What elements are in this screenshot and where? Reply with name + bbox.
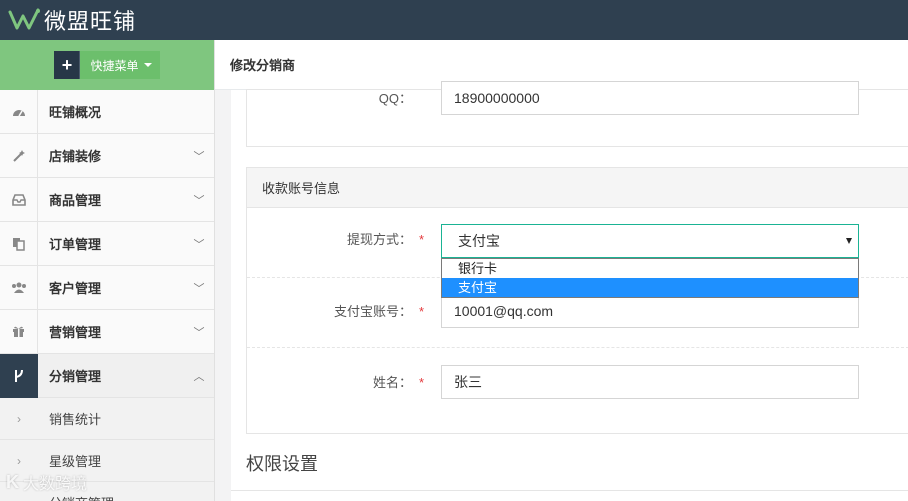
sidebar-item-marketing[interactable]: 营销管理 ﹀	[0, 309, 214, 354]
basic-info-panel: QQ： 18900000000	[246, 81, 908, 147]
form-row-withdraw: 提现方式： * 支付宝 银行卡 支付宝	[247, 208, 908, 298]
chevron-down-icon: ﹀	[193, 326, 205, 339]
sidebar-item-label: 分销管理	[49, 369, 102, 384]
quick-menu-label: 快捷菜单	[90, 58, 139, 73]
inbox-icon	[0, 177, 38, 222]
chevron-down-icon: ﹀	[193, 150, 205, 163]
dashboard-icon	[0, 89, 38, 134]
required-mark: *	[419, 232, 425, 247]
sidebar-item-label: 旺铺概况	[49, 105, 102, 120]
form-row-qq: QQ： 18900000000	[247, 81, 908, 151]
magic-wand-icon	[0, 133, 38, 178]
sidebar-item-label: 订单管理	[49, 237, 102, 252]
plus-icon: +	[54, 51, 81, 79]
account-section-title: 收款账号信息	[247, 168, 908, 208]
sidebar-item-decoration[interactable]: 店铺装修 ﹀	[0, 133, 214, 178]
gift-icon	[0, 309, 38, 354]
permission-section-title: 权限设置	[246, 454, 318, 474]
watermark-logo: K	[6, 471, 19, 492]
sidebar: + 快捷菜单 旺铺概况 店铺装修 ﹀ 商品管理 ﹀ 订单管理 ﹀ 客户管理 ﹀ …	[0, 40, 215, 501]
sidebar-subitem-label: 星级管理	[49, 454, 102, 469]
account-info-panel: 收款账号信息 提现方式： * 支付宝 银行卡 支付宝 支付宝账号： * 1000…	[246, 167, 908, 434]
watermark-text: 大数跨境	[23, 476, 88, 493]
quick-menu-button[interactable]: + 快捷菜单	[54, 51, 160, 79]
sidebar-header: + 快捷菜单	[0, 40, 214, 90]
withdraw-method-dropdown: 银行卡 支付宝	[441, 258, 859, 298]
option-bank-card[interactable]: 银行卡	[442, 259, 858, 278]
branch-icon	[0, 353, 38, 398]
name-label: 姓名：	[372, 375, 412, 390]
required-mark: *	[419, 375, 425, 390]
divider	[231, 490, 908, 491]
caret-down-icon	[143, 63, 152, 67]
name-input[interactable]: 张三	[441, 365, 859, 399]
sidebar-subitem-label: 分销商管理	[38, 493, 114, 501]
copy-icon	[0, 221, 38, 266]
sidebar-item-orders[interactable]: 订单管理 ﹀	[0, 221, 214, 266]
required-mark: *	[419, 304, 425, 319]
chevron-down-icon: ﹀	[193, 282, 205, 295]
watermark: K 大数跨境	[6, 470, 87, 494]
main-content: QQ： 18900000000 收款账号信息 提现方式： * 支付宝 银行卡 支…	[231, 81, 908, 501]
chevron-down-icon: ﹀	[193, 238, 205, 251]
sidebar-item-label: 营销管理	[49, 325, 102, 340]
alipay-account-input[interactable]: 10001@qq.com	[441, 294, 859, 328]
sidebar-subitem-label: 销售统计	[49, 412, 102, 427]
sidebar-subitem-sales-stats[interactable]: › 销售统计	[0, 398, 214, 440]
chevron-right-icon: ›	[17, 411, 21, 426]
sidebar-item-products[interactable]: 商品管理 ﹀	[0, 177, 214, 222]
top-navbar: 微盟旺铺	[0, 0, 908, 40]
logo-w-icon	[8, 8, 40, 30]
withdraw-method-select[interactable]: 支付宝	[441, 224, 859, 258]
chevron-up-icon: ︿	[193, 370, 205, 383]
sidebar-item-distribution[interactable]: 分销管理 ︿	[0, 353, 214, 398]
brand-logo[interactable]: 微盟旺铺	[8, 4, 136, 36]
dropdown-arrow-icon	[846, 238, 852, 244]
form-row-name: 姓名： * 张三	[247, 348, 908, 418]
sidebar-item-overview[interactable]: 旺铺概况	[0, 89, 214, 134]
qq-label: QQ：	[378, 91, 412, 106]
chevron-down-icon: ﹀	[193, 194, 205, 207]
sidebar-item-label: 商品管理	[49, 193, 102, 208]
users-icon	[0, 265, 38, 310]
withdraw-selected-value: 支付宝	[458, 233, 500, 249]
sidebar-item-label: 店铺装修	[49, 149, 102, 164]
sidebar-item-customers[interactable]: 客户管理 ﹀	[0, 265, 214, 310]
logo-text: 微盟旺铺	[44, 10, 137, 35]
qq-input[interactable]: 18900000000	[441, 81, 859, 115]
option-alipay[interactable]: 支付宝	[442, 278, 858, 297]
alipay-account-label: 支付宝账号：	[333, 304, 412, 319]
withdraw-label: 提现方式：	[346, 232, 412, 247]
sidebar-item-label: 客户管理	[49, 281, 102, 296]
